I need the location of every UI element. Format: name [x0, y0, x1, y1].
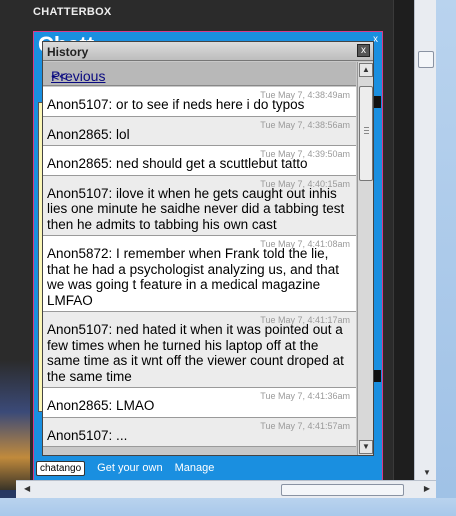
chevron-down-icon[interactable]: ▼ — [423, 468, 431, 477]
message-text: Anon5107: ned hated it when it was point… — [47, 322, 344, 384]
section-title: CHATTERBOX — [33, 6, 112, 18]
message-timestamp: Tue May 7, 4:40:15am — [260, 178, 350, 189]
window-frame-right — [436, 0, 456, 516]
message-text: Anon5107: ... — [47, 427, 128, 443]
page-scrollbar-thumb[interactable] — [418, 51, 434, 68]
close-icon[interactable]: x — [357, 44, 370, 57]
message-list: Tue May 7, 4:38:49am Anon5107: or to see… — [43, 87, 356, 455]
message-timestamp: Tue May 7, 4:38:49am — [260, 90, 350, 100]
message-item: Tue May 7, 4:38:49am Anon5107: or to see… — [43, 87, 356, 117]
message-text: Anon2865: LMAO — [47, 398, 155, 413]
message-timestamp: Tue May 7, 4:41:36am — [260, 391, 350, 401]
history-title: History — [47, 45, 89, 59]
message-item: Tue May 7, 4:39:50am Anon2865: ned shoul… — [43, 146, 356, 176]
message-item: Tue May 7, 4:40:15am Anon5107: ilove it … — [43, 175, 356, 236]
page-side-column — [393, 0, 414, 480]
message-item: Tue May 7, 4:41:57am Anon5107: ... — [43, 417, 356, 447]
history-scrollbar[interactable]: ▲ ▼ — [357, 62, 373, 455]
message-text: Anon5107: ilove it when he gets caught o… — [47, 185, 345, 232]
chevron-down-icon[interactable]: ▼ — [359, 440, 373, 454]
message-item: Tue May 7, 4:38:56am Anon2865: lol — [43, 116, 356, 146]
message-timestamp: Tue May 7, 4:39:50am — [260, 149, 350, 159]
message-timestamp: Tue May 7, 4:41:08am — [260, 239, 350, 249]
previous-row: << Previous 35 — [43, 62, 356, 100]
message-item: Tue May 7, 4:41:36am Anon2865: LMAO — [43, 388, 356, 418]
page-hscroll-thumb[interactable] — [281, 484, 404, 496]
message-timestamp: Tue May 7, 4:41:57am — [260, 420, 350, 431]
message-item: Tue May 7, 4:41:17am Anon5107: ned hated… — [43, 312, 356, 388]
scrollbar-thumb[interactable] — [359, 86, 373, 181]
chevron-left-icon[interactable]: ◀ — [24, 484, 30, 493]
history-panel: History x << Previous 35 Tue May 7, 4:38… — [42, 41, 374, 456]
message-text: Anon2865: lol — [47, 126, 130, 142]
message-timestamp: Tue May 7, 4:41:17am — [260, 315, 350, 325]
message-item: Tue May 7, 4:41:08am Anon5872: I remembe… — [43, 236, 356, 312]
page-vertical-scrollbar[interactable]: ▼ — [414, 0, 436, 482]
chatango-logo[interactable]: chatango — [36, 460, 86, 476]
page-horizontal-scrollbar[interactable]: ◀ ▶ — [16, 480, 436, 498]
message-text: Anon5872: I remember when Frank told the… — [47, 246, 339, 308]
manage-link[interactable]: Manage — [175, 462, 215, 474]
desktop-wallpaper-strip — [0, 360, 30, 490]
chevron-right-icon[interactable]: ▶ — [424, 484, 430, 493]
window-frame-bottom — [0, 498, 456, 516]
message-timestamp: Tue May 7, 4:38:56am — [260, 119, 350, 130]
widget-footer: chatango Get your own Manage — [36, 459, 376, 477]
get-your-own-link[interactable]: Get your own — [97, 462, 162, 474]
chevron-up-icon[interactable]: ▲ — [359, 63, 373, 77]
history-header: History x — [43, 42, 373, 61]
